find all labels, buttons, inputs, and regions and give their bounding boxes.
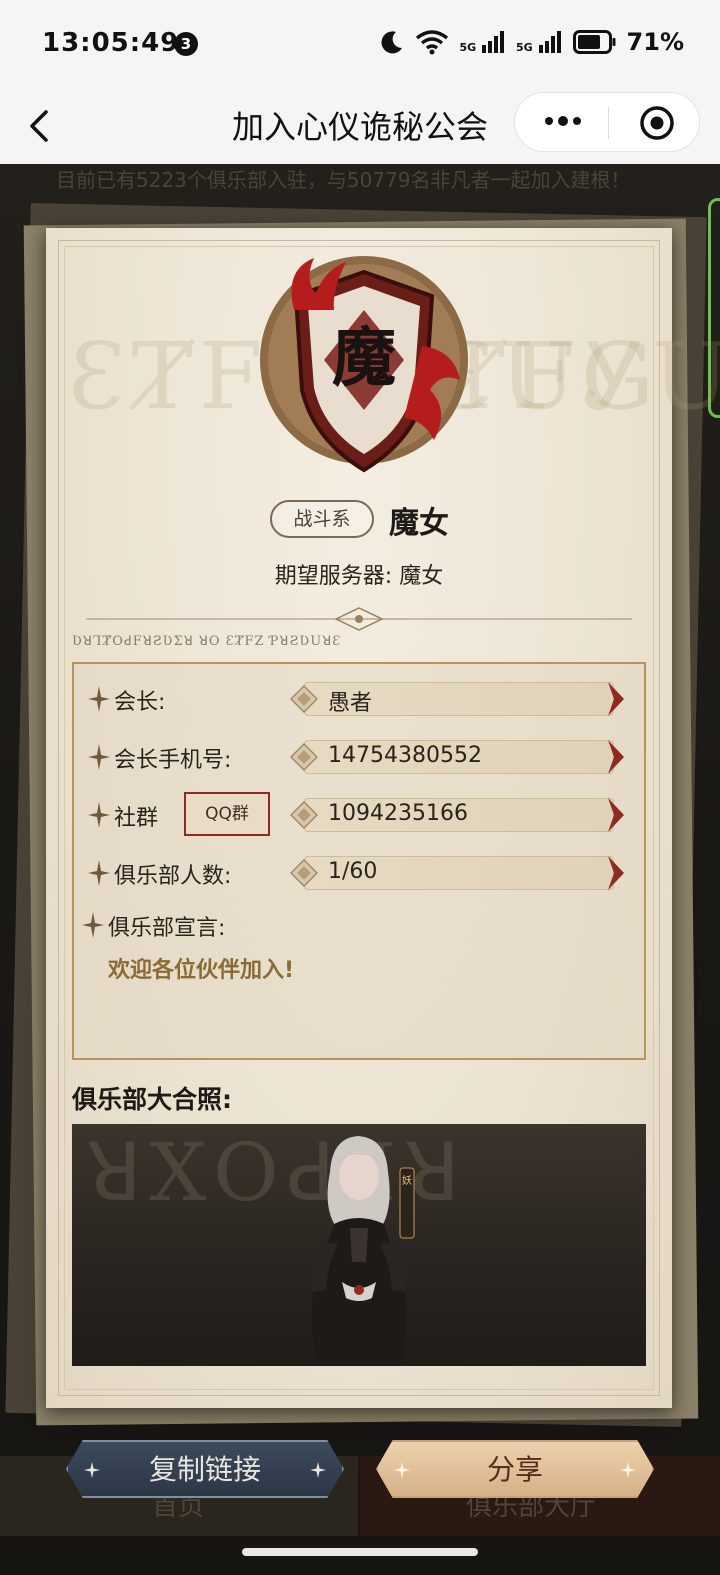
community-row: 社群 QQ群 1094235166 xyxy=(88,792,634,836)
star-icon xyxy=(88,802,110,828)
sparkle-icon xyxy=(310,1462,326,1478)
star-icon xyxy=(88,860,110,886)
phone-field: 14754380552 xyxy=(290,738,628,776)
members-label: 俱乐部人数: xyxy=(114,864,232,889)
mini-program-capsule xyxy=(514,92,700,152)
members-field: 1/60 xyxy=(290,854,628,892)
club-info-panel: 会长: 愚者 会长手机号: 14754380552 社群 QQ群 1094235… xyxy=(72,662,646,1060)
declaration-row: 俱乐部宣言: xyxy=(82,906,628,946)
close-target-icon[interactable] xyxy=(639,105,675,141)
ornament-divider xyxy=(86,607,632,631)
star-icon xyxy=(82,912,104,938)
status-icons: 5G 5G 71% xyxy=(379,28,684,56)
phone-row: 会长手机号: 14754380552 xyxy=(88,738,634,778)
community-label: 社群 xyxy=(114,806,159,831)
network-type-2: 5G xyxy=(516,41,533,54)
card-watermark-right: ƐUᎩUȾƱ xyxy=(436,323,720,430)
character-figure: 妖 xyxy=(311,1136,415,1366)
nav-bar: 加入心仪诡秘公会 xyxy=(0,88,720,164)
club-card: ƐȾFZ ƵȾFG ƐUᎩUȾƱ 魔 战斗系 魔女 期望服务器: 魔女 ƲꓤꞀȾ… xyxy=(46,228,720,1408)
group-photo: ꓤXOꓒꞀꓤ 妖 xyxy=(72,1124,646,1366)
share-label: 分享 xyxy=(486,1453,543,1486)
president-label: 会长: xyxy=(114,690,166,715)
more-icon[interactable] xyxy=(543,109,583,133)
sparkle-icon xyxy=(84,1462,100,1478)
moon-icon xyxy=(381,31,403,54)
arrow-icon xyxy=(608,740,624,774)
community-field: 1094235166 xyxy=(290,796,628,834)
category-tag: 战斗系 xyxy=(270,500,374,538)
diamond-icon xyxy=(290,859,318,887)
share-button[interactable]: 分享 xyxy=(376,1440,654,1498)
diamond-icon xyxy=(290,685,318,713)
president-field: 愚者 xyxy=(290,680,628,718)
wifi-icon xyxy=(416,30,449,55)
club-count-notice: 目前已有5223个俱乐部入驻，与50779名非凡者一起加入建根！ xyxy=(56,168,631,192)
diamond-icon xyxy=(290,801,318,829)
signal-5g-icon: 5G xyxy=(459,31,506,53)
status-time: 13:05:49 xyxy=(42,28,180,58)
battery-icon xyxy=(572,30,616,54)
president-value: 愚者 xyxy=(328,691,373,716)
community-value: 1094235166 xyxy=(328,801,468,826)
notification-badge: 3 xyxy=(174,32,198,56)
qq-group-tag: QQ群 xyxy=(184,792,270,836)
sparkle-icon xyxy=(620,1462,636,1478)
copy-link-label: 复制链接 xyxy=(148,1453,261,1486)
phone-value: 14754380552 xyxy=(328,743,482,768)
server-row: 期望服务器: 魔女 xyxy=(46,558,672,590)
arrow-icon xyxy=(608,856,624,890)
class-name: 魔女 xyxy=(389,506,449,541)
members-row: 俱乐部人数: 1/60 xyxy=(88,854,634,894)
diamond-icon xyxy=(290,743,318,771)
members-value: 1/60 xyxy=(328,859,378,884)
arrow-icon xyxy=(608,682,624,716)
photo-badge: 妖 xyxy=(402,1174,412,1187)
server-label: 期望服务器: xyxy=(274,564,393,589)
star-icon xyxy=(88,744,110,770)
battery-percent: 71% xyxy=(626,28,684,56)
network-type-1: 5G xyxy=(459,41,477,54)
emblem-char: 魔 xyxy=(332,321,396,396)
signal-5g-icon-2: 5G xyxy=(516,31,563,53)
declaration-label: 俱乐部宣言: xyxy=(108,916,226,941)
copy-link-button[interactable]: 复制链接 xyxy=(66,1440,344,1498)
sparkle-icon xyxy=(394,1462,410,1478)
president-row: 会长: 愚者 xyxy=(88,680,634,720)
group-photo-label: 俱乐部大合照: xyxy=(72,1085,232,1114)
arrow-icon xyxy=(608,798,624,832)
home-indicator[interactable] xyxy=(242,1548,478,1556)
declaration-text: 欢迎各位伙伴加入! xyxy=(108,958,295,983)
rune-text: ƲꓤꞀȾOꓒFꓤƧƲƩꓤ ꓤO ƐȾFZ ƤꓤƧƲUꓤƐ xyxy=(72,634,342,649)
status-bar: 13:05:49 3 5G 5G 71% xyxy=(0,0,720,88)
server-value: 魔女 xyxy=(399,564,444,589)
star-icon xyxy=(88,686,110,712)
capsule-divider xyxy=(608,107,609,139)
class-emblem: 魔 xyxy=(260,256,468,473)
phone-label: 会长手机号: xyxy=(114,748,232,773)
